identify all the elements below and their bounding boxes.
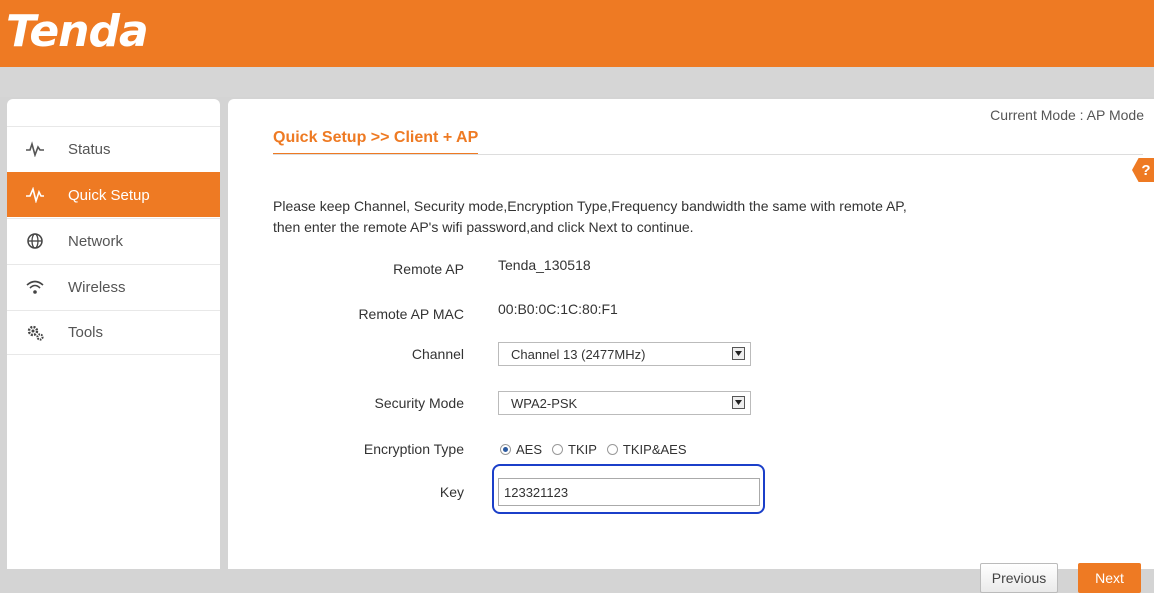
quick-setup-icon bbox=[25, 187, 45, 203]
chevron-down-icon bbox=[732, 347, 745, 360]
sidebar-item-wireless[interactable]: Wireless bbox=[7, 264, 220, 309]
title-divider bbox=[273, 154, 1143, 155]
description: Please keep Channel, Security mode,Encry… bbox=[273, 196, 907, 238]
previous-button[interactable]: Previous bbox=[980, 563, 1058, 593]
tenda-logo: Tenda bbox=[6, 6, 149, 57]
description-line: then enter the remote AP's wifi password… bbox=[273, 219, 694, 235]
security-mode-value: WPA2-PSK bbox=[511, 395, 578, 411]
sidebar-item-label: Wireless bbox=[68, 278, 126, 296]
sidebar-item-status[interactable]: Status bbox=[7, 126, 220, 171]
globe-icon bbox=[25, 233, 45, 249]
radio-aes[interactable] bbox=[500, 444, 511, 455]
remote-ap-mac-value: 00:B0:0C:1C:80:F1 bbox=[498, 301, 618, 317]
encryption-type-label: Encryption Type bbox=[363, 441, 464, 457]
help-button[interactable]: ? bbox=[1132, 158, 1154, 182]
chevron-down-icon bbox=[732, 396, 745, 409]
pulse-icon bbox=[25, 141, 45, 157]
gears-icon bbox=[25, 325, 45, 341]
sidebar-item-label: Network bbox=[68, 232, 124, 250]
remote-ap-label: Remote AP bbox=[393, 261, 464, 277]
encryption-type-group: AES TKIP TKIP&AES bbox=[500, 442, 697, 457]
header-bar: Tenda bbox=[0, 0, 1154, 67]
header-subbar bbox=[0, 67, 1154, 97]
security-mode-label: Security Mode bbox=[374, 395, 464, 411]
radio-tkip-aes-label: TKIP&AES bbox=[622, 442, 687, 457]
radio-tkip[interactable] bbox=[552, 444, 564, 455]
remote-ap-mac-label: Remote AP MAC bbox=[358, 306, 464, 322]
security-mode-select[interactable]: WPA2-PSK bbox=[498, 391, 751, 415]
remote-ap-value: Tenda_130518 bbox=[498, 257, 591, 273]
sidebar: Status Quick Setup Network Wireless Tool… bbox=[7, 99, 220, 569]
sidebar-item-label: Status bbox=[68, 140, 111, 158]
sidebar-item-label: Quick Setup bbox=[68, 186, 150, 204]
page-title: Quick Setup >> Client + AP bbox=[273, 129, 479, 155]
next-button[interactable]: Next bbox=[1078, 563, 1141, 593]
wifi-icon bbox=[25, 279, 45, 295]
sidebar-item-label: Tools bbox=[68, 324, 104, 341]
main-panel: Current Mode : AP Mode Quick Setup >> Cl… bbox=[228, 99, 1154, 593]
radio-tkip-aes[interactable] bbox=[606, 444, 618, 455]
channel-label: Channel bbox=[411, 346, 464, 362]
radio-tkip-label: TKIP bbox=[568, 442, 597, 457]
key-input[interactable] bbox=[498, 478, 760, 506]
sidebar-item-network[interactable]: Network bbox=[7, 218, 220, 263]
description-line: Please keep Channel, Security mode,Encry… bbox=[273, 198, 907, 214]
sidebar-item-quick-setup[interactable]: Quick Setup bbox=[7, 172, 220, 217]
channel-select[interactable]: Channel 13 (2477MHz) bbox=[498, 342, 751, 366]
radio-aes-label: AES bbox=[516, 442, 543, 457]
channel-select-value: Channel 13 (2477MHz) bbox=[511, 346, 646, 362]
key-label: Key bbox=[439, 484, 464, 500]
current-mode-text: Current Mode : AP Mode bbox=[990, 107, 1144, 123]
sidebar-item-tools[interactable]: Tools bbox=[7, 310, 220, 355]
